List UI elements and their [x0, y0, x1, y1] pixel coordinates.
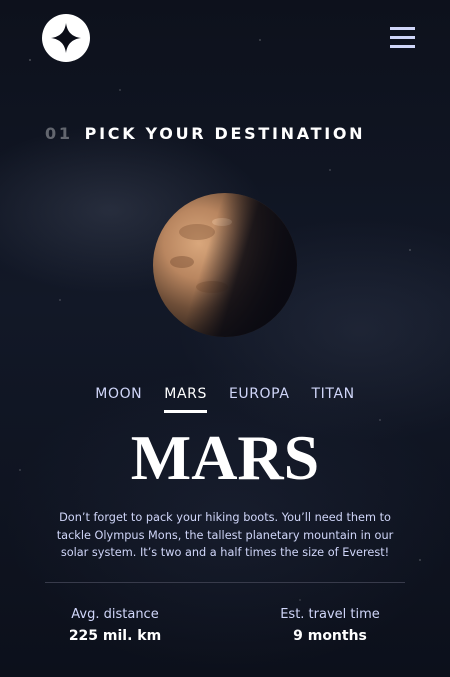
hamburger-menu-icon[interactable]: [390, 27, 415, 48]
section-title: PICK YOUR DESTINATION: [84, 124, 366, 143]
avg-distance-label: Avg. distance: [71, 607, 159, 622]
travel-time-value: 9 months: [293, 628, 367, 644]
tab-mars[interactable]: MARS: [164, 386, 207, 413]
destination-page: 01 PICK YOUR DESTINATION MOON MARS EUROP…: [0, 0, 450, 677]
avg-distance-stat: Avg. distance 225 mil. km: [25, 607, 205, 644]
tab-titan[interactable]: TITAN: [312, 386, 355, 413]
hamburger-line: [390, 45, 415, 48]
logo[interactable]: [42, 14, 90, 62]
avg-distance-value: 225 mil. km: [68, 628, 162, 644]
mars-planet-image: [152, 192, 298, 338]
four-point-star-icon: [51, 23, 81, 53]
tab-europa[interactable]: EUROPA: [229, 386, 290, 413]
destination-tabs: MOON MARS EUROPA TITAN: [0, 386, 450, 413]
planet-name: MARS: [130, 422, 320, 493]
travel-time-label: Est. travel time: [280, 607, 380, 622]
section-number: 01: [45, 124, 73, 143]
hamburger-line: [390, 36, 415, 39]
tab-moon[interactable]: MOON: [95, 386, 142, 413]
travel-time-stat: Est. travel time 9 months: [240, 607, 420, 644]
page-heading: 01 PICK YOUR DESTINATION: [45, 124, 365, 143]
planet-description: Don’t forget to pack your hiking boots. …: [56, 511, 394, 559]
hamburger-line: [390, 27, 415, 30]
divider: [45, 582, 405, 583]
